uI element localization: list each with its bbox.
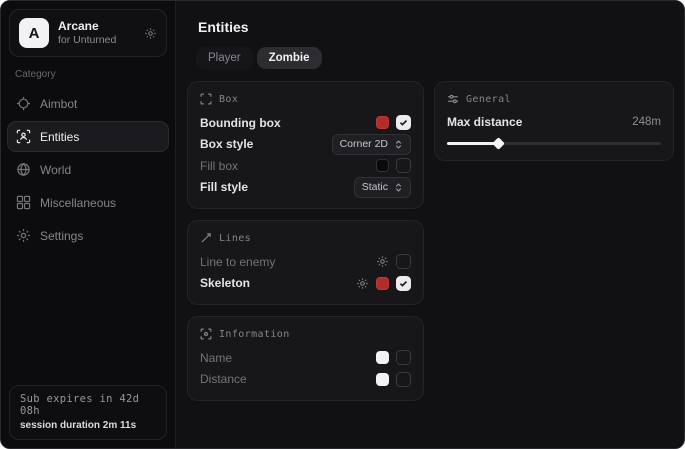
check-icon [399, 279, 408, 288]
fill-style-value: Static [362, 181, 388, 193]
chevrons-up-down-icon [394, 140, 403, 149]
globe-icon [16, 162, 31, 177]
diagonal-line-icon [200, 232, 212, 244]
sidebar-nav: Aimbot Entities World [1, 88, 175, 251]
distance-checkbox[interactable] [396, 372, 411, 387]
distance-row: Distance [200, 369, 411, 391]
distance-label: Distance [200, 372, 247, 386]
grid-icon [16, 195, 31, 210]
entity-tabs: Player Zombie [196, 47, 684, 69]
crosshair-icon [16, 96, 31, 111]
information-card: Information Name Distance [187, 316, 424, 401]
check-icon [399, 118, 408, 127]
box-style-dropdown[interactable]: Corner 2D [332, 134, 411, 155]
app-subtitle: for Unturned [58, 34, 135, 47]
app-header-card: A Arcane for Unturned [9, 9, 167, 57]
name-checkbox[interactable] [396, 350, 411, 365]
lines-card: Lines Line to enemy [187, 220, 424, 305]
fill-style-dropdown[interactable]: Static [354, 177, 411, 198]
sliders-icon [447, 93, 459, 105]
max-distance-label: Max distance [447, 115, 522, 129]
general-card: General Max distance 248m [434, 81, 674, 161]
max-distance-slider[interactable] [447, 136, 661, 150]
box-card-title: Box [219, 94, 238, 105]
chevrons-up-down-icon [394, 183, 403, 192]
line-to-enemy-label: Line to enemy [200, 255, 275, 269]
fill-box-label: Fill box [200, 159, 238, 173]
tab-zombie[interactable]: Zombie [257, 47, 322, 69]
app-logo: A [19, 18, 49, 48]
main-panel: Entities Player Zombie Box [177, 1, 684, 448]
sidebar-item-entities[interactable]: Entities [7, 121, 169, 152]
fill-box-checkbox[interactable] [396, 158, 411, 173]
max-distance-value: 248m [632, 116, 661, 128]
line-to-enemy-settings-gear-icon[interactable] [376, 255, 389, 268]
sidebar-item-label: Miscellaneous [40, 196, 116, 210]
skeleton-label: Skeleton [200, 276, 250, 290]
sidebar-item-miscellaneous[interactable]: Miscellaneous [7, 187, 169, 218]
skeleton-row: Skeleton [200, 273, 411, 295]
subscription-expiry: Sub expires in 42d 08h [20, 393, 156, 417]
session-duration: session duration 2m 11s [20, 420, 156, 431]
slider-thumb[interactable] [492, 137, 505, 150]
line-to-enemy-checkbox[interactable] [396, 254, 411, 269]
bounding-box-row: Bounding box [200, 112, 411, 134]
sidebar-item-world[interactable]: World [7, 154, 169, 185]
gear-icon [16, 228, 31, 243]
fill-style-row: Fill style Static [200, 177, 411, 199]
skeleton-color-swatch[interactable] [376, 277, 389, 290]
sidebar-item-label: Aimbot [40, 97, 77, 111]
sidebar-item-settings[interactable]: Settings [7, 220, 169, 251]
info-scan-icon [200, 328, 212, 340]
skeleton-settings-gear-icon[interactable] [356, 277, 369, 290]
bounding-box-color-swatch[interactable] [376, 116, 389, 129]
box-style-label: Box style [200, 137, 253, 151]
page-title: Entities [177, 1, 684, 35]
sidebar-item-label: Entities [40, 130, 79, 144]
information-card-title: Information [219, 329, 290, 340]
header-gear-icon[interactable] [144, 27, 157, 40]
sidebar: A Arcane for Unturned Category Aimbot [1, 1, 176, 448]
sidebar-item-aimbot[interactable]: Aimbot [7, 88, 169, 119]
arcane-app-window: A Arcane for Unturned Category Aimbot [0, 0, 685, 449]
app-name: Arcane [58, 19, 135, 34]
general-card-title: General [466, 94, 511, 105]
subscription-info-card: Sub expires in 42d 08h session duration … [9, 385, 167, 440]
box-scan-icon [200, 93, 212, 105]
line-to-enemy-row: Line to enemy [200, 251, 411, 273]
box-card: Box Bounding box Box style [187, 81, 424, 209]
lines-card-title: Lines [219, 233, 251, 244]
category-label: Category [15, 69, 161, 80]
name-label: Name [200, 351, 232, 365]
bounding-box-checkbox[interactable] [396, 115, 411, 130]
fill-box-row: Fill box [200, 155, 411, 177]
entity-scan-icon [16, 129, 31, 144]
bounding-box-label: Bounding box [200, 116, 281, 130]
fill-style-label: Fill style [200, 180, 248, 194]
distance-color-swatch[interactable] [376, 373, 389, 386]
sidebar-item-label: World [40, 163, 71, 177]
sidebar-item-label: Settings [40, 229, 83, 243]
skeleton-checkbox[interactable] [396, 276, 411, 291]
name-row: Name [200, 347, 411, 369]
fill-box-color-swatch[interactable] [376, 159, 389, 172]
name-color-swatch[interactable] [376, 351, 389, 364]
max-distance-fill [447, 142, 498, 145]
tab-player[interactable]: Player [196, 47, 253, 69]
box-style-value: Corner 2D [340, 138, 388, 150]
box-style-row: Box style Corner 2D [200, 134, 411, 156]
